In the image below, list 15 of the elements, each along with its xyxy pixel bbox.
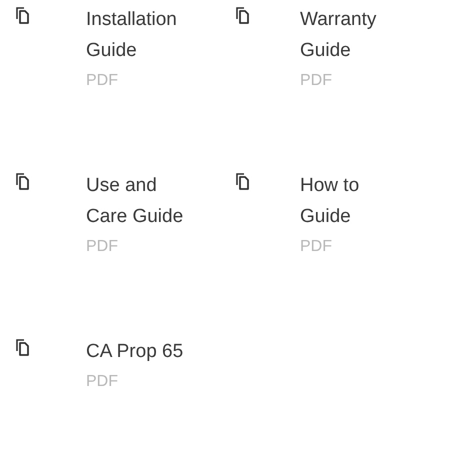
document-icon[interactable]: [16, 173, 30, 190]
document-link[interactable]: How to Guide: [300, 170, 410, 232]
document-icon[interactable]: [236, 7, 250, 24]
file-format: PDF: [300, 72, 332, 90]
document-icon[interactable]: [16, 339, 30, 356]
document-link[interactable]: Installation Guide: [86, 4, 196, 66]
document-icon[interactable]: [236, 173, 250, 190]
document-link[interactable]: Warranty Guide: [300, 4, 410, 66]
document-link[interactable]: Use and Care Guide: [86, 170, 196, 232]
document-link[interactable]: CA Prop 65: [86, 336, 184, 367]
file-format: PDF: [86, 72, 118, 90]
document-icon[interactable]: [16, 7, 30, 24]
file-format: PDF: [300, 238, 332, 256]
file-format: PDF: [86, 373, 118, 391]
file-format: PDF: [86, 238, 118, 256]
